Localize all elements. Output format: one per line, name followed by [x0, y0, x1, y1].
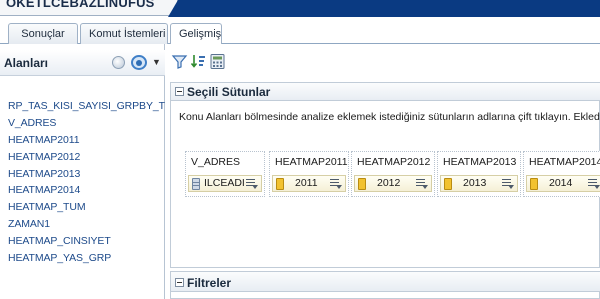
- column-menu-icon[interactable]: [416, 179, 428, 189]
- criteria-toolbar: [166, 44, 600, 77]
- collapse-icon[interactable]: [175, 87, 184, 96]
- column-heatmap2012[interactable]: HEATMAP2012 2012: [351, 151, 435, 197]
- refresh-icon[interactable]: [131, 55, 147, 70]
- column-value: 2012: [377, 177, 401, 189]
- column-item[interactable]: 2013: [440, 175, 518, 192]
- filters-title: Filtreler: [187, 276, 232, 290]
- title-bar: OKETLCEBAZLINUFUS: [0, 0, 600, 20]
- column-menu-icon[interactable]: [502, 179, 514, 189]
- calculator-icon[interactable]: [209, 53, 226, 70]
- filters-panel: Filtreler: [170, 271, 600, 299]
- measure-icon: [358, 178, 366, 190]
- measure-icon: [444, 178, 452, 190]
- sort-icon[interactable]: [190, 53, 207, 70]
- column-value: 2014: [549, 177, 573, 189]
- column-heatmap2013[interactable]: HEATMAP2013 2013: [437, 151, 521, 197]
- column-menu-icon[interactable]: [246, 179, 258, 189]
- column-item[interactable]: ILCEADI: [188, 175, 262, 192]
- collapse-icon[interactable]: [175, 278, 184, 287]
- window-title: OKETLCEBAZLINUFUS: [6, 0, 155, 10]
- filter-icon[interactable]: [171, 53, 188, 70]
- column-menu-icon[interactable]: [330, 179, 342, 189]
- list-item[interactable]: HEATMAP_TUM: [0, 199, 165, 216]
- filters-header: Filtreler: [171, 272, 600, 292]
- subject-areas-title: Alanları: [4, 56, 49, 70]
- column-header: HEATMAP2011: [275, 156, 348, 168]
- selected-columns-title: Seçili Sütunlar: [187, 85, 271, 99]
- measure-icon: [276, 178, 284, 190]
- list-item[interactable]: V_ADRES: [0, 115, 165, 132]
- tab-sonuclar[interactable]: Sonuçlar: [8, 23, 78, 44]
- list-item[interactable]: HEATMAP2013: [0, 166, 165, 183]
- column-heatmap2011[interactable]: HEATMAP2011 2011: [269, 151, 349, 197]
- column-menu-icon[interactable]: [588, 179, 600, 189]
- list-item[interactable]: RP_TAS_KISI_SAYISI_GRPBY_TR: [0, 98, 165, 115]
- column-item[interactable]: 2014: [526, 175, 600, 192]
- column-header: HEATMAP2013: [443, 156, 517, 168]
- column-header: V_ADRES: [191, 156, 241, 168]
- column-value: 2011: [295, 177, 318, 189]
- column-header: HEATMAP2012: [357, 156, 431, 168]
- list-item[interactable]: HEATMAP_CINSIYET: [0, 233, 165, 250]
- column-value: 2013: [463, 177, 487, 189]
- list-item[interactable]: HEATMAP2011: [0, 132, 165, 149]
- column-header: HEATMAP2014: [529, 156, 600, 168]
- list-item[interactable]: HEATMAP_YAS_GRP: [0, 250, 165, 267]
- column-item[interactable]: 2012: [354, 175, 432, 192]
- column-item[interactable]: 2011: [272, 175, 346, 192]
- column-value: ILCEADI: [204, 177, 245, 189]
- list-item[interactable]: HEATMAP2014: [0, 182, 165, 199]
- subject-areas-header: Alanları ▼: [0, 50, 165, 76]
- selected-columns-description: Konu Alanları bölmesinde analize eklemek…: [179, 111, 600, 123]
- tab-gelismis[interactable]: Gelişmiş: [170, 23, 222, 44]
- list-item[interactable]: HEATMAP2012: [0, 149, 165, 166]
- settings-icon[interactable]: [112, 56, 125, 69]
- tab-bar: Sonuçlar Komut İstemleri Gelişmiş: [0, 20, 600, 44]
- column-v-adres[interactable]: V_ADRES ILCEADI: [185, 151, 265, 197]
- selected-columns-panel: Seçili Sütunlar Konu Alanları bölmesinde…: [170, 82, 600, 268]
- list-item[interactable]: ZAMAN1: [0, 216, 165, 233]
- selected-columns-header: Seçili Sütunlar: [171, 83, 600, 101]
- subject-areas-list: RP_TAS_KISI_SAYISI_GRPBY_TR V_ADRES HEAT…: [0, 98, 165, 267]
- table-icon: [192, 178, 200, 190]
- title-band: [168, 0, 600, 17]
- column-list: V_ADRES ILCEADI HEATMAP2011 2011 HEATMAP…: [185, 151, 600, 197]
- tab-komut-istemleri[interactable]: Komut İstemleri: [80, 23, 168, 44]
- subject-areas-panel: Alanları ▼ RP_TAS_KISI_SAYISI_GRPBY_TR V…: [0, 44, 165, 299]
- measure-icon: [530, 178, 538, 190]
- column-heatmap2014[interactable]: HEATMAP2014 2014: [523, 151, 600, 197]
- chevron-down-icon[interactable]: ▼: [152, 57, 161, 67]
